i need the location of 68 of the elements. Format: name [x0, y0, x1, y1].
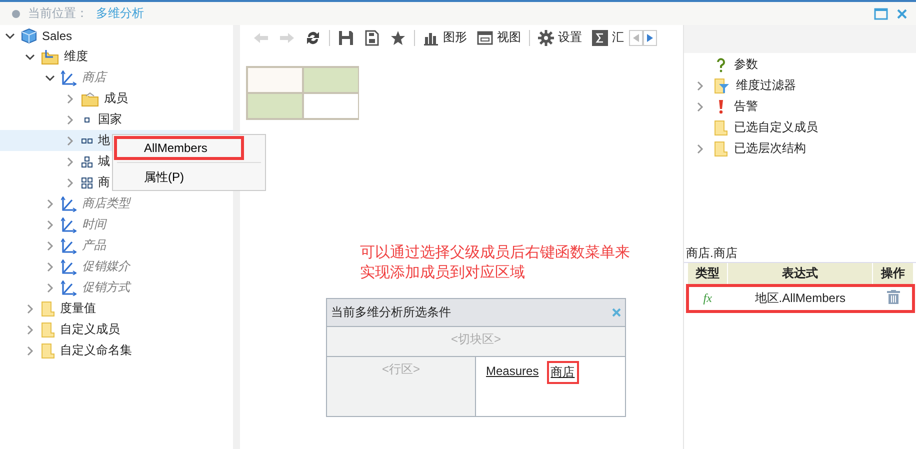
- tree-label[interactable]: 告警: [734, 98, 758, 115]
- scroll-right-button[interactable]: [643, 30, 657, 46]
- table-cell: 地区.AllMembers: [728, 285, 873, 311]
- close-icon: [612, 308, 621, 317]
- tree-label[interactable]: 城: [98, 153, 110, 170]
- close-button[interactable]: [612, 308, 621, 317]
- tree-label[interactable]: 地: [98, 132, 110, 149]
- tree-label[interactable]: 已选自定义成员: [734, 119, 818, 136]
- axis-icon: [61, 70, 77, 86]
- tree-label[interactable]: 促销媒介: [82, 258, 130, 275]
- cube-icon: [21, 28, 37, 44]
- function-icon: fx: [703, 290, 712, 304]
- close-button[interactable]: [896, 8, 908, 20]
- column-header: 表达式: [728, 263, 873, 285]
- toolbar-button[interactable]: 图形: [418, 26, 472, 48]
- folder-icon: [41, 48, 59, 64]
- axis-icon: [61, 196, 77, 212]
- status-dot: [12, 10, 20, 18]
- column-header: 类型: [688, 263, 728, 285]
- annotation-text: 可以通过选择父级成员后右键函数菜单来实现添加成员到对应区域: [360, 243, 631, 283]
- tree-label[interactable]: 国家: [98, 111, 122, 128]
- folder-icon: [81, 90, 99, 106]
- axis-icon: [61, 238, 77, 254]
- toolbar-button[interactable]: 视图: [472, 26, 526, 48]
- toolbar-button[interactable]: 汇: [587, 26, 629, 48]
- axis-icon: [61, 258, 77, 274]
- axis-icon: [61, 280, 77, 296]
- breadcrumb-label: 当前位置：: [28, 5, 88, 22]
- tree-label[interactable]: 时间: [82, 216, 106, 233]
- maximize-icon: [874, 8, 888, 20]
- squares-icon: [81, 156, 93, 168]
- left-arrow-icon: [633, 34, 639, 42]
- axis-icon: [61, 216, 77, 232]
- tree-label[interactable]: 度量值: [60, 300, 96, 317]
- tree-label[interactable]: 成员: [104, 90, 128, 107]
- close-icon: [896, 8, 908, 20]
- tree-label[interactable]: Sales: [42, 28, 72, 42]
- tree-label[interactable]: 产品: [82, 237, 106, 254]
- column-item[interactable]: 商店: [546, 361, 579, 384]
- folder-icon: [714, 120, 728, 136]
- tree-label[interactable]: 维度: [64, 48, 88, 65]
- scroll-left-button[interactable]: [629, 30, 643, 46]
- tree-label[interactable]: 维度过滤器: [736, 77, 796, 94]
- tree-label[interactable]: 促销方式: [82, 279, 130, 296]
- tree-label[interactable]: 商店类型: [82, 195, 130, 212]
- tree-label[interactable]: 商店: [82, 69, 106, 86]
- toolbar-button[interactable]: 设置: [533, 26, 587, 48]
- menu-item[interactable]: 属性(P): [114, 165, 264, 189]
- delete-button[interactable]: [886, 290, 900, 304]
- right-arrow-icon: [647, 34, 653, 42]
- folder-icon: [41, 342, 55, 358]
- tree-label[interactable]: 商: [98, 174, 110, 191]
- menu-item[interactable]: AllMembers: [114, 136, 244, 160]
- tree-label[interactable]: 自定义命名集: [60, 342, 132, 359]
- trash-icon: [886, 290, 900, 304]
- folder-icon: [714, 140, 728, 156]
- tree-label[interactable]: 已选层次结构: [734, 140, 806, 157]
- column-item[interactable]: Measures: [482, 361, 543, 381]
- tree-label[interactable]: 参数: [734, 56, 758, 73]
- filter-icon: [714, 78, 730, 94]
- question-icon: [714, 56, 728, 72]
- column-header: 操作: [872, 263, 914, 285]
- panel-title: 当前多维分析所选条件: [331, 304, 451, 321]
- squares-icon: [81, 176, 93, 188]
- maximize-button[interactable]: [874, 8, 888, 20]
- folder-icon: [41, 322, 55, 338]
- folder-icon: [41, 300, 55, 316]
- tree-label[interactable]: 自定义成员: [60, 321, 120, 338]
